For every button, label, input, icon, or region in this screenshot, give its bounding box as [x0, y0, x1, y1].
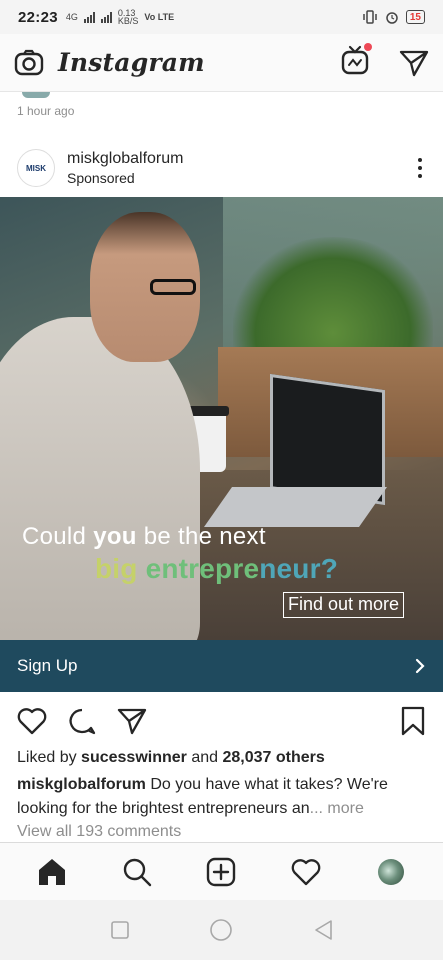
activity-heart-icon — [291, 858, 321, 885]
post-actions — [0, 704, 443, 738]
share-icon[interactable] — [117, 707, 147, 735]
status-bar: 22:23 4G 0.13 KB/S Vo LTE 15 — [0, 0, 443, 34]
direct-message-icon[interactable] — [399, 49, 429, 77]
post-actions-left — [17, 707, 147, 735]
avatar-text: MISK — [26, 163, 46, 173]
laptop-base — [203, 487, 388, 527]
signal-bars-icon — [83, 11, 95, 23]
ad-image[interactable]: Could you be the next big entrepreneur? … — [0, 197, 443, 640]
post-user-meta: miskglobalforum Sponsored — [67, 150, 183, 186]
nav-search[interactable] — [117, 852, 157, 892]
caption-username[interactable]: miskglobalforum — [17, 776, 146, 793]
nav-new-post[interactable] — [201, 852, 241, 892]
igtv-button[interactable] — [341, 43, 372, 80]
comment-icon[interactable] — [67, 707, 97, 735]
net-speed: 0.13 KB/S — [117, 8, 139, 26]
previous-avatar — [22, 92, 50, 98]
notification-dot — [364, 43, 372, 51]
home-circle-icon[interactable] — [209, 918, 233, 942]
network-type: 4G — [65, 12, 78, 22]
more-options-icon[interactable] — [414, 158, 426, 178]
bookmark-icon[interactable] — [400, 706, 426, 736]
new-post-icon — [207, 857, 236, 886]
back-triangle-icon[interactable] — [313, 919, 333, 941]
ad-headline-line2: big entrepreneur? — [95, 553, 338, 584]
volte-indicator: Vo LTE — [144, 12, 175, 22]
vibrate-icon — [363, 10, 377, 24]
system-navigation-bar — [0, 900, 443, 960]
chevron-right-icon — [415, 658, 425, 674]
post-timestamp: 1 hour ago — [17, 104, 75, 118]
instagram-logo: Instagram — [58, 48, 205, 77]
laptop-screen — [270, 373, 385, 506]
avatar[interactable]: MISK — [17, 149, 55, 187]
find-out-more-button[interactable]: Find out more — [283, 592, 405, 618]
post-header: MISK miskglobalforum Sponsored — [0, 140, 443, 196]
likes-summary[interactable]: Liked by sucesswinner and 28,037 others — [17, 749, 325, 767]
sign-up-cta[interactable]: Sign Up — [0, 640, 443, 692]
cta-label: Sign Up — [17, 656, 78, 675]
clock: 22:23 — [18, 8, 58, 26]
app-header: Instagram — [0, 34, 443, 92]
post-username[interactable]: miskglobalforum — [67, 150, 183, 168]
ad-headline-line1: Could you be the next — [22, 523, 266, 550]
header-actions — [341, 43, 429, 80]
profile-avatar — [377, 858, 404, 885]
view-all-comments[interactable]: View all 193 comments — [17, 823, 181, 841]
man-figure — [0, 317, 200, 640]
signal-bars-2-icon — [100, 11, 112, 23]
post-caption: miskglobalforum Do you have what it take… — [17, 776, 388, 817]
search-icon — [123, 858, 152, 886]
heart-icon[interactable] — [17, 707, 47, 735]
previous-post: 1 hour ago — [0, 92, 443, 132]
battery-indicator: 15 — [405, 10, 425, 24]
sponsored-label: Sponsored — [67, 170, 135, 186]
camera-icon[interactable] — [14, 49, 44, 77]
recents-square-icon[interactable] — [110, 920, 130, 940]
alarm-icon — [386, 12, 398, 24]
nav-profile[interactable] — [371, 852, 411, 892]
nav-activity[interactable] — [286, 852, 326, 892]
nav-home[interactable] — [32, 852, 72, 892]
home-icon — [39, 858, 66, 885]
caption-more-link[interactable]: more — [323, 800, 363, 817]
bottom-nav — [0, 842, 443, 900]
glasses — [150, 279, 196, 295]
status-right: 15 — [362, 10, 425, 24]
network-indicators: 4G 0.13 KB/S Vo LTE — [65, 8, 175, 26]
